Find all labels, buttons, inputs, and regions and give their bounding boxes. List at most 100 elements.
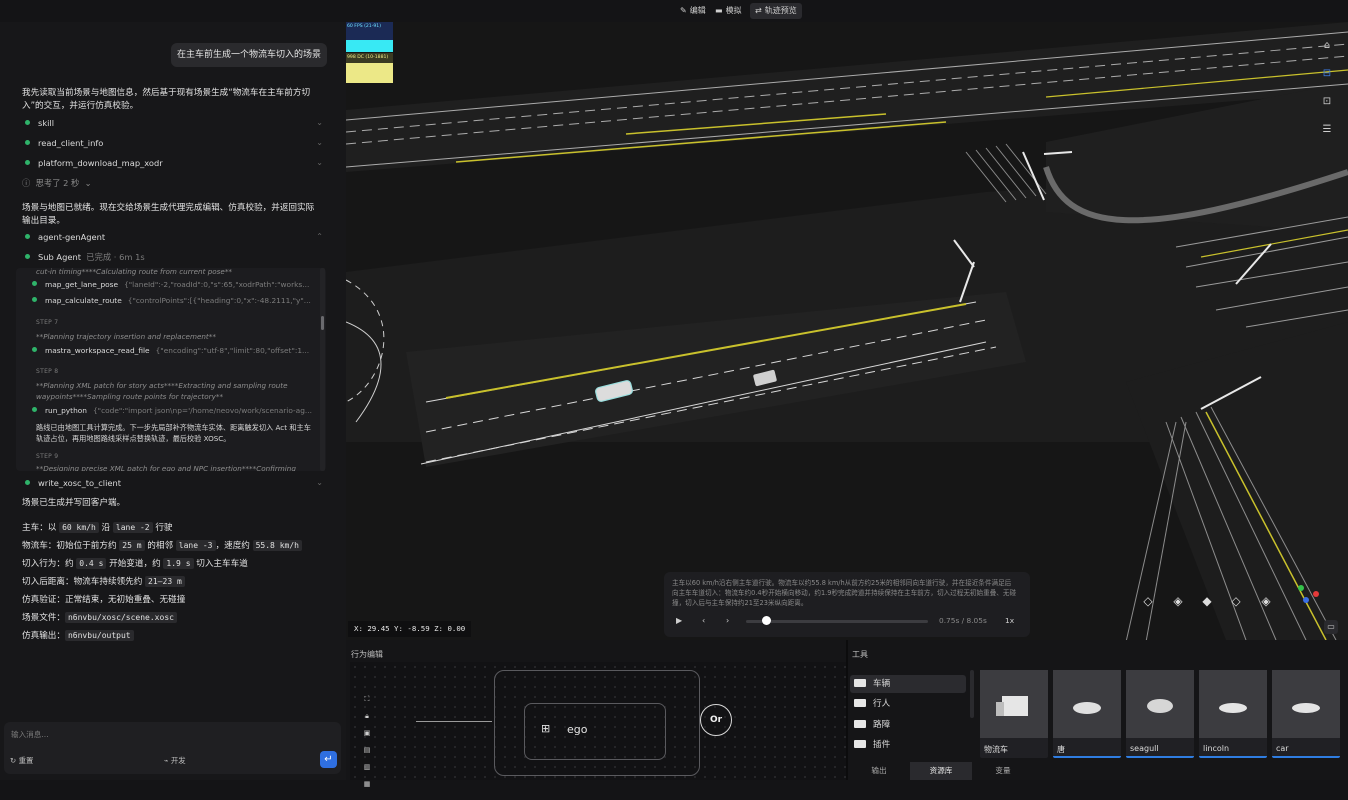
send-button[interactable]: ↵	[320, 751, 337, 768]
info-icon: ⓘ	[22, 178, 31, 188]
behavior-editor-title: 行为编辑	[351, 650, 383, 659]
enter-icon: ↵	[324, 754, 333, 765]
view-cube-icon[interactable]: ◇	[1141, 594, 1155, 608]
next-frame-button[interactable]: ›	[726, 616, 729, 625]
user-message: 在主车前生成一个物流车切入的场景	[171, 43, 327, 67]
message-input[interactable]: 输入消息...	[11, 729, 49, 740]
folder-obstacles[interactable]: 路障	[850, 716, 966, 734]
chat-panel: 在主车前生成一个物流车切入的场景 我先读取当前场景与地图信息，然后基于现有场景生…	[0, 22, 346, 780]
node-icon[interactable]: ▥	[358, 760, 376, 774]
folder-icon	[854, 699, 866, 707]
folder-scrollbar[interactable]	[970, 670, 974, 718]
log-call-run-python[interactable]: run_python {"code":"import json\np='/home…	[32, 404, 312, 418]
view-cube-icon[interactable]: ◇	[1229, 594, 1243, 608]
sub-agent-log[interactable]: cut-in timing****Calculating route from …	[16, 268, 326, 471]
summary-line: 仿真输出： n6nvbu/output	[22, 627, 342, 645]
folder-vehicles[interactable]: 车辆	[850, 675, 966, 693]
written-text: 场景已生成并写回客户端。	[22, 498, 126, 508]
refresh-icon: ↻	[10, 756, 17, 765]
drawcall-meter: 998 DC (10-1881)	[346, 53, 393, 83]
chevron-down-icon: ⌄	[316, 118, 323, 127]
prev-frame-button[interactable]: ‹	[702, 616, 705, 625]
node-icon[interactable]: ▣	[358, 726, 376, 740]
list-icon[interactable]: ☰	[1321, 124, 1333, 136]
layer-icon[interactable]: ⊡	[1321, 96, 1333, 108]
book-icon: ⊞	[541, 722, 551, 735]
tool-call-write-xosc[interactable]: write_xosc_to_client ⌄	[25, 475, 323, 491]
3d-viewport[interactable]: 60 FPS (21-91) 998 DC (10-1881) ⌂ ⊟ ⊡ ☰ …	[346, 22, 1348, 640]
chevron-up-icon: ⌃	[316, 232, 323, 241]
road-icon[interactable]: ⊟	[1321, 68, 1333, 80]
car-icon: ▬	[715, 6, 723, 15]
behavior-toolbar: ⛶ 🔒︎ ▣ ▤ ▥ ▦	[358, 692, 376, 800]
fit-icon[interactable]: ⛶	[358, 692, 376, 706]
thought-toggle[interactable]: ⓘ 思考了 2 秒 ⌄	[22, 177, 92, 189]
bottom-panels: 行为编辑 ⛶ 🔒︎ ▣ ▤ ▥ ▦ ⊞ ego Or 工具 车辆 行人 路障 插…	[346, 640, 1348, 788]
edit-mode-button[interactable]: ✎ 编辑	[675, 3, 711, 19]
timeline-track[interactable]	[746, 620, 928, 623]
timeline-knob[interactable]	[762, 616, 772, 625]
tab-variables[interactable]: 变量	[972, 762, 1034, 780]
or-node[interactable]: Or	[700, 704, 732, 736]
folder-icon	[854, 679, 866, 687]
time-readout: 0.75s / 8.05s	[939, 616, 987, 625]
road-scene	[346, 22, 1348, 640]
pencil-icon: ✎	[680, 6, 687, 15]
asset-card[interactable]: seagull	[1126, 670, 1194, 758]
asset-card[interactable]: car	[1272, 670, 1340, 758]
assistant-ready-text: 场景与地图已就绪。现在交给场景生成代理完成编辑、仿真校验，并返回实际输出目录。	[22, 203, 315, 226]
node-icon[interactable]: ▦	[358, 777, 376, 791]
tab-asset-library[interactable]: 资源库	[910, 762, 972, 780]
summary-line: 切入后距离：物流车持续领先约 21–23 m	[22, 573, 342, 591]
mode-select[interactable]: ⌁ 开发	[164, 755, 186, 766]
node-icon[interactable]: ▤	[358, 743, 376, 757]
folder-icon	[854, 740, 866, 748]
playback-panel: 主车以60 km/h沿右侧主车道行驶。物流车以约55.8 km/h从前方约25米…	[664, 572, 1030, 637]
tools-title: 工具	[852, 650, 868, 659]
connector-line	[416, 721, 492, 722]
log-call-read-file[interactable]: mastra_workspace_read_file {"encoding":"u…	[32, 344, 309, 358]
trajectory-preview-button[interactable]: ⇄ 轨迹预览	[750, 3, 802, 19]
log-call-map-get-lane-pose[interactable]: map_get_lane_pose {"laneId":-2,"roadId":0…	[32, 278, 309, 292]
tool-call-read-client-info[interactable]: read_client_info ⌄	[25, 135, 323, 151]
summary-line: 仿真验证：正常结束，无初始重叠、无碰撞	[22, 595, 186, 605]
speed-select[interactable]: 1x	[1005, 616, 1014, 625]
folder-pedestrians[interactable]: 行人	[850, 695, 966, 713]
sub-log-scrollbar[interactable]	[320, 268, 325, 471]
lock-icon[interactable]: 🔒︎	[358, 709, 376, 723]
agent-call[interactable]: agent-genAgent ⌃	[25, 229, 323, 245]
message-input-box[interactable]: 输入消息... ↻ 重置 ⌁ 开发	[4, 722, 341, 774]
summary-line: 场景文件： n6nvbu/xosc/scene.xosc	[22, 609, 342, 627]
summary-list: 主车：以 60 km/h 沿 lane -2 行驶 物流车：初始位于前方约 25 …	[22, 519, 342, 645]
tool-call-download-map[interactable]: platform_download_map_xodr ⌄	[25, 155, 323, 171]
view-cube-icon[interactable]: ◈	[1171, 594, 1185, 608]
asset-card[interactable]: 唐	[1053, 670, 1121, 758]
log-call-map-calculate-route[interactable]: map_calculate_route {"controlPoints":[{"h…	[32, 294, 311, 308]
sub-log-scroll-thumb[interactable]	[321, 316, 324, 330]
view-cube-icon[interactable]: ◈	[1259, 594, 1273, 608]
summary-line: 物流车：初始位于前方约 25 m 的相邻 lane -3 ，速度约 55.8 km…	[22, 537, 342, 555]
sub-agent-header[interactable]: Sub Agent 已完成 · 6m 1s	[25, 249, 323, 265]
folder-icon	[854, 720, 866, 728]
top-toolbar: ✎ 编辑 ▬ 模拟 ⇄ 轨迹预览	[0, 0, 1348, 22]
tab-output[interactable]: 输出	[848, 762, 910, 780]
fps-meter: 60 FPS (21-91)	[346, 22, 393, 52]
reset-button[interactable]: ↻ 重置	[10, 755, 33, 766]
panel-toggle-icon[interactable]: ▭	[1324, 620, 1338, 634]
trajectory-icon: ⇄	[755, 6, 762, 15]
play-button[interactable]: ▶	[676, 616, 682, 625]
scenario-description: 主车以60 km/h沿右侧主车道行驶。物流车以约55.8 km/h从前方约25米…	[672, 579, 1017, 607]
assistant-intro: 我先读取当前场景与地图信息，然后基于现有场景生成“物流车在主车前方切入”的交互，…	[22, 88, 311, 111]
asset-card[interactable]: lincoln	[1199, 670, 1267, 758]
chevron-down-icon: ⌄	[316, 478, 323, 487]
cursor-coordinates: X: 29.45 Y: -8.59 Z: 0.00	[348, 621, 472, 637]
chevron-down-icon: ⌄	[316, 138, 323, 147]
simulate-mode-button[interactable]: ▬ 模拟	[710, 3, 747, 19]
view-cube-icon[interactable]: ◆	[1200, 594, 1214, 608]
home-icon[interactable]: ⌂	[1321, 40, 1333, 52]
summary-line: 切入行为：约 0.4 s 开始变道，约 1.9 s 切入主车车道	[22, 558, 248, 569]
asset-card[interactable]: 物流车	[980, 670, 1048, 758]
ego-node[interactable]: ⊞ ego	[524, 703, 666, 760]
folder-plugins[interactable]: 插件	[850, 736, 966, 754]
tool-call-skill[interactable]: skill ⌄	[25, 115, 323, 131]
